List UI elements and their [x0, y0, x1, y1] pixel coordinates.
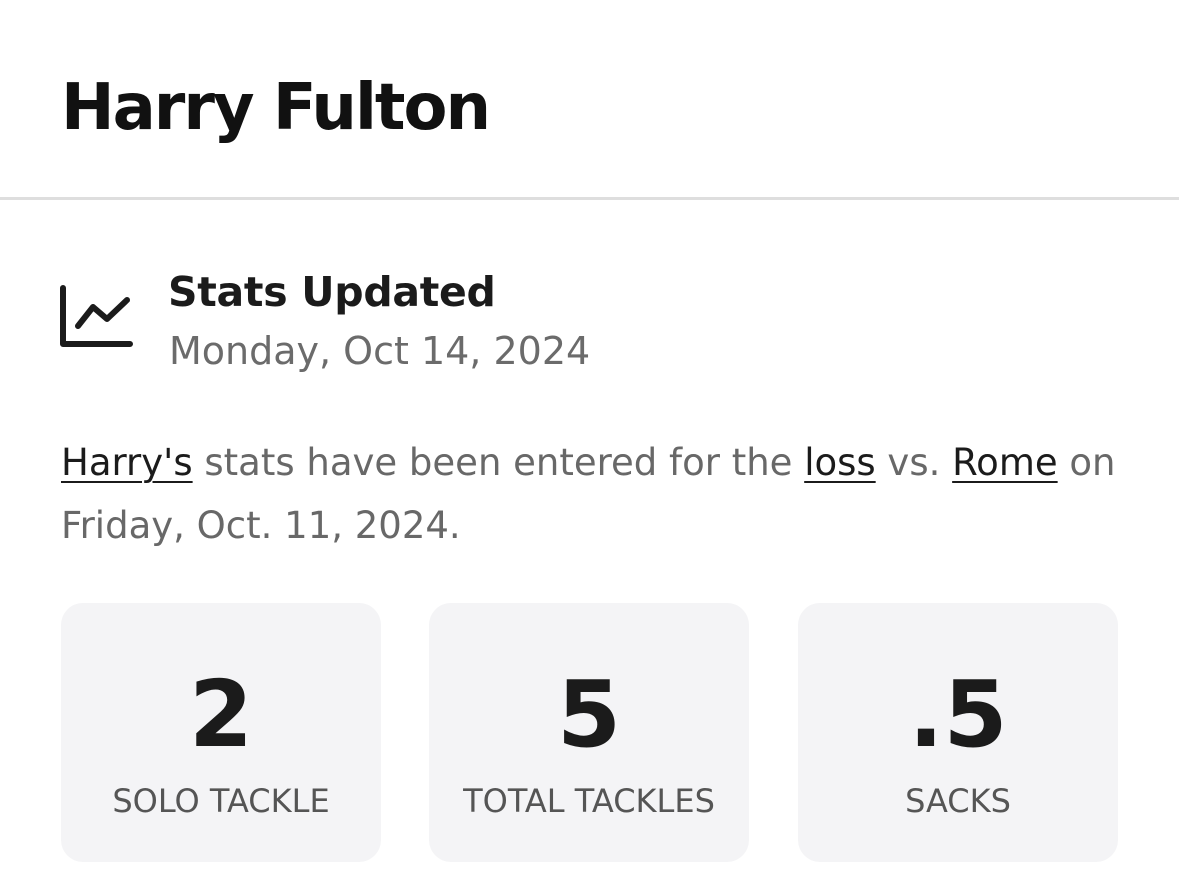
stat-value: 5: [556, 661, 621, 768]
stat-value: .5: [908, 661, 1008, 768]
update-date: Monday, Oct 14, 2024: [169, 329, 591, 373]
stat-value: 2: [188, 661, 253, 768]
stat-update-card: Harry Fulton Stats Updated Monday, Oct 1…: [0, 0, 1179, 874]
opponent-link[interactable]: Rome: [952, 441, 1058, 484]
card-header: Harry Fulton: [0, 0, 1179, 200]
stat-label: SACKS: [905, 782, 1011, 820]
stats-summary: Harry's stats have been entered for the …: [61, 431, 1141, 557]
stat-label: SOLO TACKLE: [112, 782, 330, 820]
update-title: Stats Updated: [168, 268, 496, 316]
line-chart-icon: [60, 285, 133, 347]
player-name: Harry Fulton: [61, 71, 491, 145]
stat-card-solo-tackle: 2 SOLO TACKLE: [61, 603, 381, 862]
stat-card-total-tackles: 5 TOTAL TACKLES: [429, 603, 749, 862]
stat-label: TOTAL TACKLES: [463, 782, 715, 820]
stat-card-sacks: .5 SACKS: [798, 603, 1118, 862]
summary-text: stats have been entered for the: [192, 441, 805, 484]
game-result-link[interactable]: loss: [804, 441, 875, 484]
player-link[interactable]: Harry's: [61, 441, 193, 484]
summary-text: vs.: [875, 441, 953, 484]
